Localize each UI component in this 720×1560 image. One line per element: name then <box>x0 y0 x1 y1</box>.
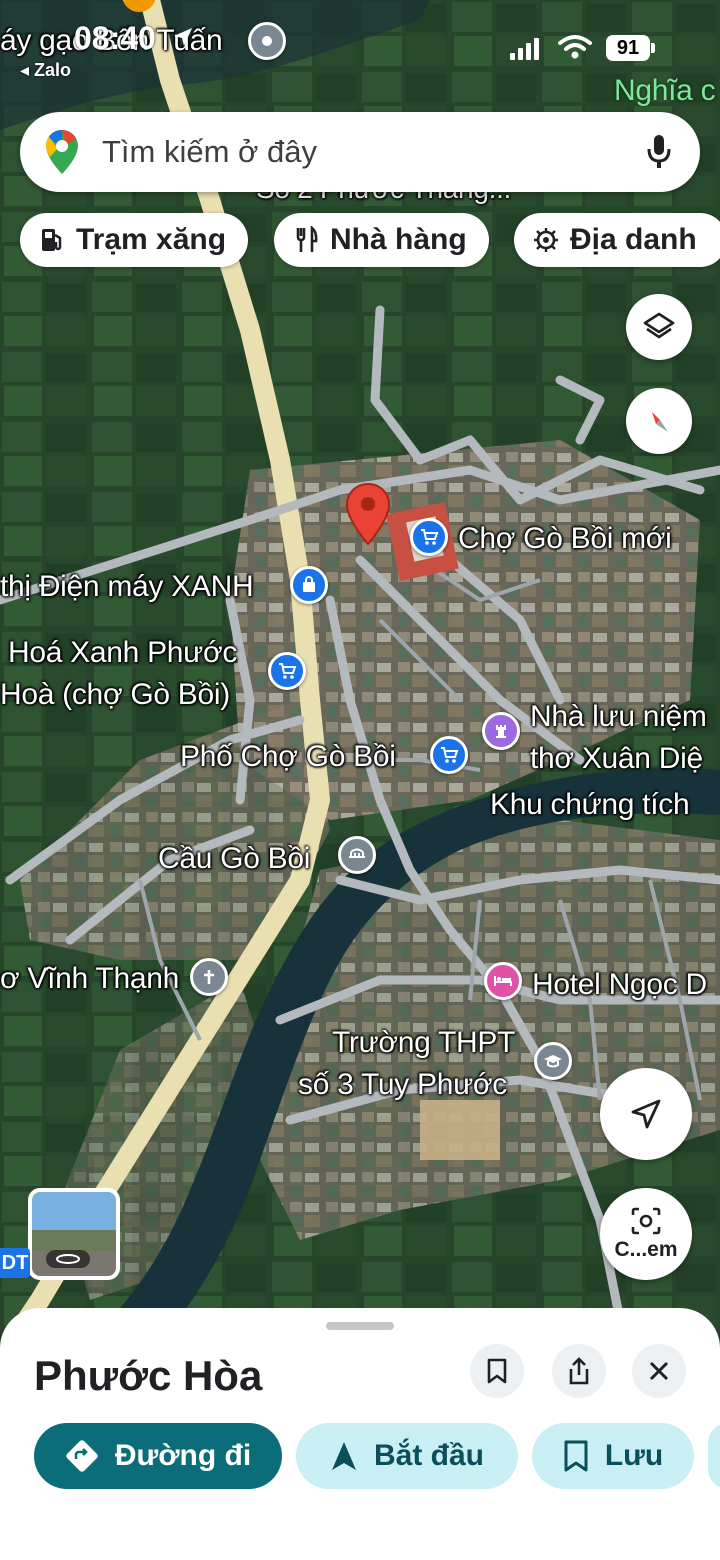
map-label-khu-chung-tich[interactable]: Khu chứng tích <box>490 788 690 822</box>
compass-button[interactable] <box>626 388 692 454</box>
wifi-icon <box>558 35 592 59</box>
bookmark-icon <box>487 1358 507 1384</box>
cellular-signal-icon <box>510 38 539 60</box>
map-label-hoa-xanh-1[interactable]: Hoá Xanh Phước <box>8 636 237 670</box>
chip-restaurant[interactable]: Nhà hàng <box>274 213 489 267</box>
map-label-cau-go-boi[interactable]: Cầu Gò Bồi <box>158 842 310 876</box>
shopping-cart-icon[interactable] <box>268 652 306 690</box>
directions-button[interactable]: Đường đi <box>34 1423 282 1489</box>
share-button[interactable] <box>552 1344 606 1398</box>
map-label-pho-cho[interactable]: Phố Chợ Gò Bồi <box>180 740 396 774</box>
shopping-cart-icon[interactable] <box>430 736 468 774</box>
shopping-cart-icon[interactable] <box>410 518 448 556</box>
compass-icon <box>652 412 668 432</box>
layers-icon <box>643 312 675 339</box>
map-label-cho-go-boi-moi[interactable]: Chợ Gò Bồi mới <box>458 522 672 556</box>
selected-location-pin-icon[interactable] <box>345 482 391 546</box>
status-time: 08:40 <box>74 20 156 56</box>
directions-label: Đường đi <box>114 1439 252 1472</box>
church-cross-icon[interactable] <box>190 958 228 996</box>
location-arrow-icon <box>174 28 192 46</box>
rotate-360-icon <box>46 1250 90 1268</box>
map-label-nha-luu-niem-1[interactable]: Nhà lưu niệm <box>530 700 707 734</box>
battery-indicator: 91 <box>606 35 650 61</box>
microphone-icon[interactable] <box>646 134 672 170</box>
battery-cap-icon <box>651 43 655 53</box>
hotel-bed-icon[interactable] <box>484 962 522 1000</box>
chip-gas-station[interactable]: Trạm xăng <box>20 213 249 267</box>
map-label-dien-may-xanh[interactable]: thị Điện máy XANH <box>0 570 254 604</box>
start-label: Bắt đầu <box>373 1439 484 1472</box>
search-bar[interactable]: Tìm kiếm ở đây <box>20 112 700 192</box>
my-location-button[interactable] <box>600 1068 692 1160</box>
restaurant-icon <box>296 226 318 252</box>
location-arrow-icon <box>631 1099 661 1129</box>
search-input[interactable]: Tìm kiếm ở đây <box>102 134 317 170</box>
street-view-thumbnail[interactable] <box>28 1188 120 1280</box>
road-badge: DT <box>0 1248 30 1278</box>
chip-label: Địa danh <box>570 223 697 256</box>
save-label: Lưu <box>604 1439 664 1472</box>
directions-icon <box>66 1440 98 1472</box>
drag-handle[interactable] <box>326 1322 394 1330</box>
start-navigation-button[interactable]: Bắt đầu <box>296 1423 518 1489</box>
back-to-app-link[interactable]: ◂ Zalo <box>20 60 71 81</box>
save-bookmark-button[interactable] <box>470 1344 524 1398</box>
close-icon <box>649 1361 669 1381</box>
share-icon <box>569 1357 589 1385</box>
place-title: Phước Hòa <box>34 1352 263 1399</box>
map-label-truong-2[interactable]: số 3 Tuy Phước <box>298 1068 507 1102</box>
navigation-arrow-icon <box>331 1442 356 1470</box>
shopping-bag-icon[interactable] <box>290 566 328 604</box>
map-label-hotel[interactable]: Hotel Ngọc D <box>532 968 707 1002</box>
map-label-hoa-xanh-2[interactable]: Hoà (chợ Gò Bồi) <box>0 678 230 712</box>
location-pin-icon[interactable] <box>248 22 286 60</box>
chip-label: Nhà hàng <box>330 223 467 256</box>
chip-landmark[interactable]: Địa danh <box>514 213 720 267</box>
layers-button[interactable] <box>626 294 692 360</box>
gas-station-icon <box>42 229 62 251</box>
map-label-truong-1[interactable]: Trường THPT <box>332 1026 515 1060</box>
close-button[interactable] <box>632 1344 686 1398</box>
google-maps-logo-icon <box>46 130 78 174</box>
lens-camera-button[interactable]: C...em <box>600 1188 692 1280</box>
camera-search-icon <box>631 1207 661 1235</box>
museum-icon[interactable] <box>482 712 520 750</box>
landmark-icon <box>534 228 558 252</box>
more-actions-button[interactable] <box>708 1423 720 1489</box>
bridge-icon[interactable] <box>338 836 376 874</box>
chip-label: Trạm xăng <box>76 223 227 256</box>
school-icon[interactable] <box>534 1042 572 1080</box>
lens-camera-label: C...em <box>614 1238 678 1261</box>
map-label-top-right[interactable]: Nghĩa c <box>614 74 716 108</box>
map-label-nha-luu-niem-2[interactable]: thơ Xuân Diệ <box>530 742 703 776</box>
map-label-vinh-thanh[interactable]: ơ Vĩnh Thạnh <box>0 962 179 996</box>
bookmark-icon <box>564 1440 588 1472</box>
save-button[interactable]: Lưu <box>532 1423 694 1489</box>
